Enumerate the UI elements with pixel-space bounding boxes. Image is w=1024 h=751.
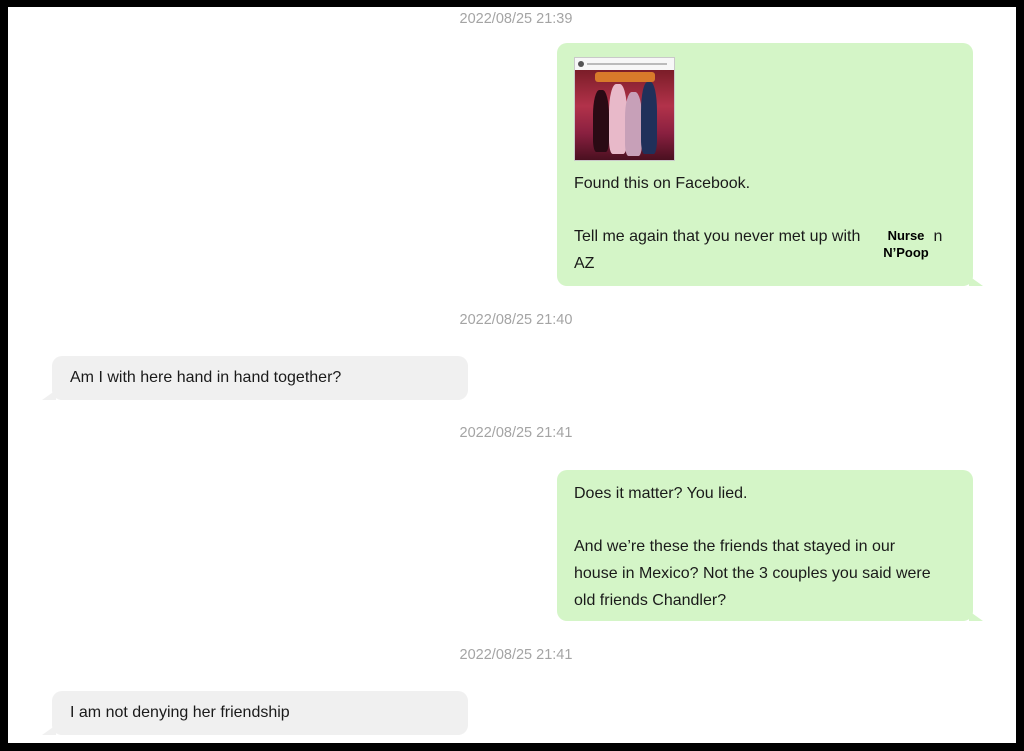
message-text: Found this on Facebook.	[574, 175, 751, 192]
timestamp: 2022/08/25 21:41	[459, 647, 573, 663]
message-text: Tell me again that you never met up with	[574, 228, 861, 245]
chat-transcript: 2022/08/25 21:39 Found this on Facebook.…	[8, 7, 1016, 743]
timestamp: 2022/08/25 21:41	[459, 425, 573, 441]
message-text: Does it matter? You lied.	[574, 485, 748, 502]
message-text: I am not denying her friendship	[70, 704, 290, 721]
message-text: And we’re these the friends that stayed …	[574, 538, 896, 555]
message-text: Am I with here hand in hand together?	[70, 369, 342, 386]
facebook-photo-thumbnail[interactable]	[574, 57, 675, 161]
group-photo-image	[575, 70, 674, 160]
timestamp: 2022/08/25 21:40	[459, 312, 573, 328]
redaction-overlay-label: Nurse N’Poop	[879, 227, 933, 261]
message-text: AZ	[574, 255, 595, 272]
bubble-tail	[969, 611, 983, 621]
message-text: house in Mexico? Not the 3 couples you s…	[574, 565, 931, 582]
bubble-tail	[42, 725, 56, 735]
received-message[interactable]: I am not denying her friendship	[42, 691, 468, 735]
bubble-tail	[42, 390, 56, 400]
message-text: old friends Chandler?	[574, 592, 727, 609]
received-message[interactable]: Am I with here hand in hand together?	[42, 356, 468, 400]
timestamp: 2022/08/25 21:39	[459, 11, 573, 27]
bubble-tail	[969, 276, 983, 286]
sent-message[interactable]: Does it matter? You lied. And we’re thes…	[557, 470, 983, 621]
sent-message[interactable]: Found this on Facebook. Tell me again th…	[557, 43, 983, 286]
